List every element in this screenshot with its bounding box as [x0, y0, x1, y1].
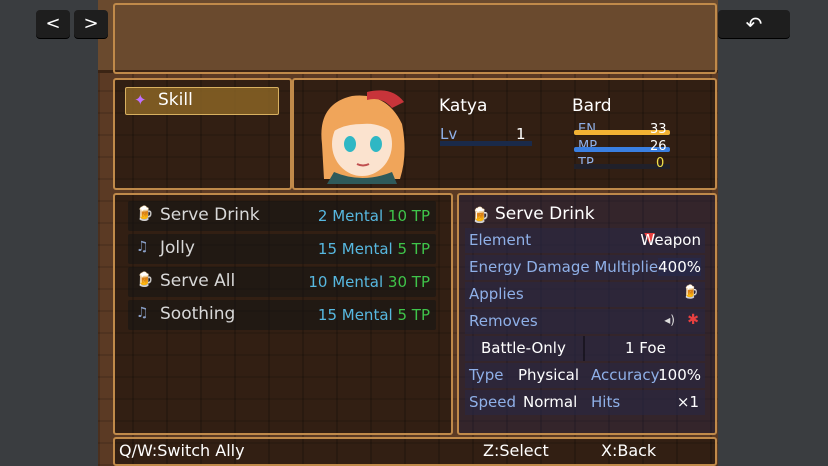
energy-value: 400%: [658, 258, 701, 276]
select-hint: Z:Select: [483, 441, 549, 460]
mental-cost: 15 Mental: [317, 306, 393, 324]
removes-label: Removes: [469, 312, 538, 330]
skill-name: Soothing: [160, 304, 236, 324]
next-label: >: [83, 13, 99, 34]
en-value: 33: [650, 122, 667, 137]
mental-cost: 15 Mental: [317, 240, 393, 258]
hits-value: ×1: [676, 393, 699, 411]
back-hint: X:Back: [601, 441, 657, 460]
energy-label: Energy Damage Multiplie: [469, 258, 659, 276]
tp-cost: 30 TP: [387, 273, 430, 291]
element-label: Element: [469, 231, 532, 249]
mental-cost: 10 Mental: [308, 273, 384, 291]
skill-command[interactable]: ✦ Skill: [125, 87, 279, 115]
help-window: Q/W:Switch Ally Z:Select X:Back: [113, 437, 717, 466]
speed-value: Normal: [523, 393, 578, 411]
removes-row: Removes ◂) ✱: [465, 309, 705, 334]
drink-state-icon: 🍺: [682, 285, 699, 300]
actor-portrait: [312, 84, 412, 184]
applies-label: Applies: [469, 285, 524, 303]
prev-actor-button[interactable]: <: [36, 10, 70, 38]
sparkle-icon: ✦: [134, 91, 147, 109]
skill-row[interactable]: ♫ Soothing 15 Mental 5 TP: [128, 300, 436, 330]
tp-cost: 5 TP: [397, 306, 430, 324]
skill-cost: 15 Mental 5 TP: [318, 306, 430, 324]
skill-row[interactable]: 🍺 Serve All 10 Mental 30 TP: [128, 267, 436, 297]
skill-name: Jolly: [160, 238, 195, 258]
skill-name: Serve Drink: [160, 205, 260, 225]
skill-row[interactable]: ♫ Jolly 15 Mental 5 TP: [128, 234, 436, 264]
back-arrow-icon: ↶: [745, 12, 763, 36]
hits-label: Hits: [591, 393, 621, 411]
type-value: Physical: [518, 366, 580, 384]
note-icon: ♫: [136, 239, 149, 255]
tp-cost: 5 TP: [397, 240, 430, 258]
status-window: Katya Bard Lv 1 EN 33 MP 26 TP 0: [292, 78, 717, 190]
exp-bar: [440, 141, 532, 146]
skill-name: Serve All: [160, 271, 236, 291]
skill-command-label: Skill: [158, 90, 193, 110]
energy-row: Energy Damage Multiplie 400%: [465, 255, 705, 280]
skill-cost: 15 Mental 5 TP: [318, 240, 430, 258]
speed-label: Speed: [469, 393, 517, 411]
mp-value: 26: [650, 139, 667, 154]
speed-row: Speed Normal Hits ×1: [465, 390, 705, 415]
accuracy-label: Accuracy: [591, 366, 660, 384]
applies-row: Applies 🍺: [465, 282, 705, 307]
mug-icon: 🍺: [136, 272, 154, 288]
type-row: Type Physical Accuracy 100%: [465, 363, 705, 388]
detail-title: Serve Drink: [495, 204, 595, 224]
skill-cost: 2 Mental 10 TP: [318, 207, 430, 225]
scope-row: Battle-Only 1 Foe: [465, 336, 705, 361]
mug-icon: 🍺: [136, 206, 154, 222]
battle-only-label: Battle-Only: [481, 339, 566, 357]
skill-row[interactable]: 🍺 Serve Drink 2 Mental 10 TP: [128, 201, 436, 231]
anger-state-icon: ✱: [687, 312, 699, 328]
type-label: Type: [469, 366, 504, 384]
prev-label: <: [45, 13, 61, 34]
note-icon: ♫: [136, 305, 149, 321]
target-value: 1 Foe: [625, 339, 666, 357]
tp-value: 0: [656, 156, 665, 171]
actor-name: Katya: [439, 96, 488, 116]
katya-face-icon: [321, 90, 405, 184]
element-row: Element ▼ Weapon: [465, 228, 705, 253]
next-actor-button[interactable]: >: [74, 10, 108, 38]
element-value: Weapon: [640, 231, 701, 249]
scope-divider: [583, 336, 585, 361]
tp-cost: 10 TP: [387, 207, 430, 225]
mug-icon: 🍺: [471, 206, 490, 224]
actor-class: Bard: [572, 96, 612, 116]
mental-cost: 2 Mental: [317, 207, 384, 225]
skill-cost: 10 Mental 30 TP: [308, 273, 430, 291]
top-window: [113, 3, 717, 74]
sound-state-icon: ◂): [664, 313, 675, 327]
back-button[interactable]: ↶: [718, 10, 790, 38]
switch-ally-hint: Q/W:Switch Ally: [119, 441, 245, 460]
accuracy-value: 100%: [658, 366, 701, 384]
command-window: ✦ Skill: [113, 78, 292, 190]
